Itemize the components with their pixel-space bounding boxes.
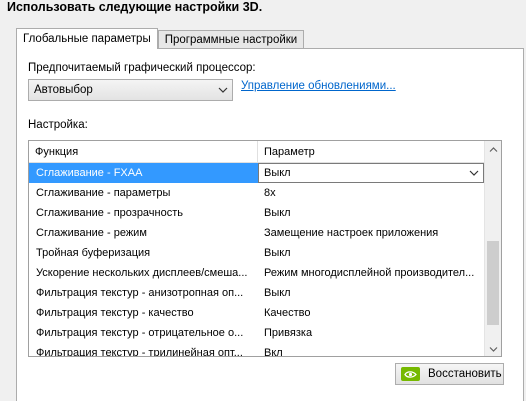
column-header-parameter[interactable]: Параметр [258, 141, 484, 163]
vertical-scrollbar[interactable] [484, 141, 501, 356]
gpu-select-value: Автовыбор [34, 84, 93, 96]
column-header-feature[interactable]: Функция [29, 141, 258, 163]
parameter-value: Выкл [264, 167, 291, 179]
restore-button-label: Восстановить [428, 368, 502, 380]
gpu-select[interactable]: Автовыбор [28, 79, 233, 101]
parameter-cell: Качество [264, 307, 311, 319]
page-heading: Использовать следующие настройки 3D. [7, 0, 263, 14]
settings-label: Настройка: [28, 119, 88, 131]
feature-cell: Ускорение нескольких дисплеев/смеша... [36, 267, 248, 279]
restore-button[interactable]: Восстановить [395, 363, 504, 385]
feature-cell: Сглаживание - параметры [36, 187, 171, 199]
table-row[interactable]: Ускорение нескольких дисплеев/смеша... Р… [29, 263, 484, 283]
parameter-cell: Выкл [264, 207, 291, 219]
parameter-cell: Выкл [264, 247, 291, 259]
parameter-cell: Режим многодисплейной производител... [264, 267, 475, 279]
parameter-cell: 8x [264, 187, 276, 199]
table-row[interactable]: Фильтрация текстур - качество Качество [29, 303, 484, 323]
table-row[interactable]: Фильтрация текстур - трилинейная опт... … [29, 343, 484, 357]
feature-cell: Фильтрация текстур - анизотропная оп... [36, 287, 244, 299]
parameter-cell: Привязка [264, 327, 313, 339]
gpu-label: Предпочитаемый графический процессор: [28, 62, 256, 74]
tab-bar: Глобальные параметры Программные настрой… [16, 28, 305, 49]
chevron-down-icon [218, 85, 228, 95]
table-row[interactable]: Сглаживание - режим Замещение настроек п… [29, 223, 484, 243]
tab-global-settings[interactable]: Глобальные параметры [16, 28, 158, 49]
table-row[interactable]: Тройная буферизация Выкл [29, 243, 484, 263]
parameter-dropdown[interactable]: Выкл [258, 163, 484, 183]
manage-updates-link[interactable]: Управление обновлениями... [241, 79, 396, 93]
grid-header: Функция Параметр [29, 141, 484, 163]
table-row[interactable]: Фильтрация текстур - анизотропная оп... … [29, 283, 484, 303]
table-row[interactable]: Фильтрация текстур - отрицательное о... … [29, 323, 484, 343]
feature-cell: Сглаживание - FXAA [29, 163, 258, 183]
chevron-down-icon [469, 169, 479, 177]
feature-cell: Фильтрация текстур - трилинейная опт... [36, 347, 243, 357]
scrollbar-thumb[interactable] [487, 241, 499, 325]
feature-cell: Сглаживание - режим [36, 227, 147, 239]
parameter-cell: Вкл [264, 347, 283, 357]
feature-cell: Фильтрация текстур - качество [36, 307, 194, 319]
table-row[interactable]: Сглаживание - прозрачность Выкл [29, 203, 484, 223]
table-row[interactable]: Сглаживание - параметры 8x [29, 183, 484, 203]
feature-cell: Фильтрация текстур - отрицательное о... [36, 327, 244, 339]
feature-cell: Сглаживание - прозрачность [36, 207, 184, 219]
tab-program-settings[interactable]: Программные настройки [157, 30, 305, 49]
scroll-up-icon[interactable] [485, 141, 501, 158]
scroll-down-icon[interactable] [485, 341, 501, 356]
parameter-cell: Замещение настроек приложения [264, 227, 439, 239]
parameter-cell: Выкл [264, 287, 291, 299]
settings-grid: Функция Параметр Сглаживание - FXAA Выкл… [28, 140, 502, 357]
nvidia-logo-icon [401, 367, 420, 381]
feature-cell: Тройная буферизация [36, 247, 151, 259]
grid-rows: Сглаживание - FXAA Выкл Сглаживание - па… [29, 163, 484, 357]
table-row[interactable]: Сглаживание - FXAA Выкл [29, 163, 484, 183]
